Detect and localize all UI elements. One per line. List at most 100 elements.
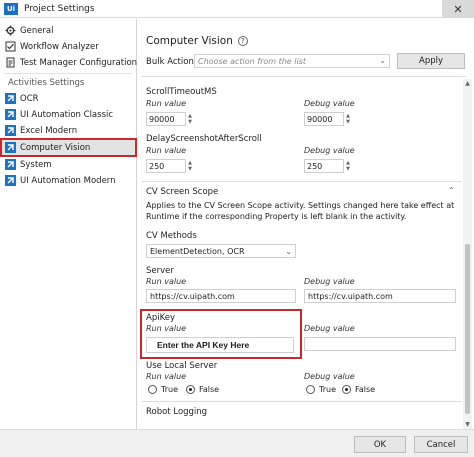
scroll-timeout-debug-input[interactable]: 90000 [304, 112, 344, 126]
settings-scroll-content: ScrollTimeoutMS Run value Debug value 90… [138, 79, 462, 429]
activity-arrow-icon [5, 109, 16, 120]
spinner-arrows-icon[interactable]: ▲ ▼ [187, 160, 193, 172]
activity-arrow-icon [5, 159, 16, 170]
ok-button[interactable]: OK [354, 436, 406, 453]
page-title-text: Computer Vision [146, 35, 233, 47]
sidebar-item-label: UI Automation Modern [20, 175, 116, 186]
activity-arrow-icon [5, 142, 16, 153]
section-robot-logging-title: Robot Logging [146, 407, 208, 417]
run-value-label: Run value [146, 372, 187, 381]
scroll-timeout-run-input[interactable]: 90000 [146, 112, 186, 126]
close-icon: ✕ [453, 2, 463, 16]
debug-value-label: Debug value [304, 372, 355, 381]
run-true-radio[interactable]: True [148, 385, 178, 394]
prop-scroll-timeout-name: ScrollTimeoutMS [146, 87, 217, 97]
prop-use-local-server-name: Use Local Server [146, 361, 218, 371]
test-manager-icon [5, 57, 16, 68]
scroll-up-arrow-icon[interactable]: ▲ [463, 79, 472, 88]
sidebar-item-system[interactable]: System [0, 157, 137, 172]
gear-icon [5, 25, 16, 36]
sidebar-item-ocr[interactable]: OCR [0, 91, 137, 106]
spinner-arrows-icon[interactable]: ▲ ▼ [187, 113, 193, 125]
cancel-button[interactable]: Cancel [414, 436, 468, 453]
section-divider [142, 181, 462, 182]
sidebar-item-computer-vision[interactable]: Computer Vision [0, 138, 137, 157]
prop-server-name: Server [146, 266, 174, 276]
checklist-icon [5, 41, 16, 52]
title-bar: Ui Project Settings ✕ [0, 0, 474, 18]
cv-screen-scope-description: Applies to the CV Screen Scope activity.… [146, 201, 455, 221]
settings-main-panel: Computer Vision ? Bulk Action Choose act… [138, 19, 474, 429]
settings-sidebar: General Workflow Analyzer Test Manager C… [0, 19, 137, 429]
section-divider [142, 401, 462, 402]
sidebar-item-test-manager[interactable]: Test Manager Configuration [0, 55, 137, 70]
apply-button[interactable]: Apply [397, 53, 465, 69]
apikey-debug-input[interactable] [304, 337, 456, 351]
radio-label: False [199, 385, 220, 394]
sidebar-item-general[interactable]: General [0, 23, 137, 38]
section-cv-screen-scope-title: CV Screen Scope [146, 187, 219, 197]
sidebar-item-label: OCR [20, 93, 39, 104]
activity-arrow-icon [5, 125, 16, 136]
uipath-logo-icon: Ui [4, 2, 18, 15]
radio-circle-icon [306, 385, 315, 394]
run-value-label: Run value [146, 146, 187, 155]
debug-false-radio[interactable]: False [342, 385, 375, 394]
header-divider [142, 76, 466, 77]
activity-arrow-icon [5, 175, 16, 186]
radio-circle-icon [148, 385, 157, 394]
apikey-run-input[interactable]: Enter the API Key Here [146, 337, 294, 353]
server-debug-input[interactable]: https://cv.uipath.com [304, 289, 456, 303]
sidebar-item-ui-automation-classic[interactable]: UI Automation Classic [0, 107, 137, 122]
debug-value-label: Debug value [304, 146, 355, 155]
debug-value-label: Debug value [304, 99, 355, 108]
close-window-button[interactable]: ✕ [442, 0, 474, 18]
run-value-label: Run value [146, 99, 187, 108]
radio-selected-icon [342, 385, 351, 394]
cv-methods-value: ElementDetection, OCR [150, 246, 245, 256]
radio-label: True [319, 385, 336, 394]
window-title: Project Settings [24, 3, 95, 14]
sidebar-item-label: Workflow Analyzer [20, 41, 99, 52]
page-title: Computer Vision ? [146, 35, 248, 47]
sidebar-section-activities: Activities Settings [8, 78, 85, 88]
sidebar-item-label: Test Manager Configuration [20, 57, 138, 68]
prop-apikey-name: ApiKey [146, 313, 175, 323]
radio-selected-icon [186, 385, 195, 394]
delay-after-scroll-debug-input[interactable]: 250 [304, 159, 344, 173]
delay-after-scroll-run-input[interactable]: 250 [146, 159, 186, 173]
spinner-arrows-icon[interactable]: ▲ ▼ [345, 113, 351, 125]
bulk-action-label: Bulk Action [146, 57, 194, 67]
radio-label: False [355, 385, 376, 394]
sidebar-item-label: System [20, 159, 52, 170]
sidebar-item-workflow-analyzer[interactable]: Workflow Analyzer [0, 39, 137, 54]
server-run-input[interactable]: https://cv.uipath.com [146, 289, 296, 303]
dialog-footer: OK Cancel [0, 429, 474, 457]
spinner-arrows-icon[interactable]: ▲ ▼ [345, 160, 351, 172]
sidebar-item-label: Computer Vision [20, 142, 91, 153]
vertical-scrollbar[interactable]: ▲ ▼ [463, 79, 472, 429]
run-value-label: Run value [146, 324, 187, 333]
debug-value-label: Debug value [304, 324, 355, 333]
sidebar-item-label: UI Automation Classic [20, 109, 114, 120]
sidebar-item-label: Excel Modern [20, 125, 78, 136]
cv-methods-dropdown[interactable]: ElementDetection, OCR ⌄ [146, 244, 296, 258]
chevron-up-icon[interactable]: ⌃ [448, 186, 455, 195]
help-icon[interactable]: ? [237, 36, 248, 46]
bulk-action-select[interactable]: Choose action from the list ⌄ [194, 54, 390, 68]
debug-true-radio[interactable]: True [306, 385, 336, 394]
sidebar-item-label: General [20, 25, 54, 36]
bulk-action-placeholder: Choose action from the list [198, 56, 307, 66]
sidebar-divider [4, 73, 132, 74]
activity-arrow-icon [5, 93, 16, 104]
run-false-radio[interactable]: False [186, 385, 219, 394]
scroll-thumb[interactable] [465, 244, 470, 414]
run-value-label: Run value [146, 277, 187, 286]
sidebar-item-excel-modern[interactable]: Excel Modern [0, 123, 137, 138]
scroll-down-arrow-icon[interactable]: ▼ [463, 420, 472, 429]
sidebar-item-ui-automation-modern[interactable]: UI Automation Modern [0, 173, 137, 188]
radio-label: True [161, 385, 178, 394]
chevron-down-icon: ⌄ [285, 246, 292, 256]
chevron-down-icon: ⌄ [379, 56, 386, 65]
prop-delay-after-scroll-name: DelayScreenshotAfterScroll [146, 134, 262, 144]
